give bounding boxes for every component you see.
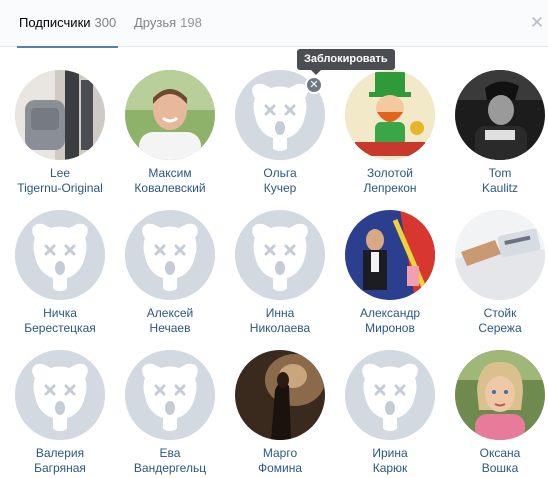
subscriber-name[interactable]: Ирина Карюк — [335, 446, 445, 476]
subscriber-name[interactable]: Lee Tigernu-Original — [5, 166, 115, 196]
tab-subscribers-count: 300 — [94, 15, 117, 30]
block-tooltip: Заблокировать — [297, 49, 395, 75]
deactivated-dog-icon — [125, 210, 215, 300]
subscriber-card[interactable]: Lee Tigernu-Original — [5, 70, 115, 196]
avatar[interactable] — [125, 350, 215, 440]
subscriber-name[interactable]: Tom Kaulitz — [445, 166, 548, 196]
avatar[interactable] — [455, 210, 545, 300]
subscriber-card[interactable]: Алексей Нечаев — [115, 210, 225, 336]
first-name: Инна — [265, 306, 295, 320]
photo-backpack — [15, 70, 105, 160]
first-name: Ирина — [372, 446, 408, 460]
cross-icon: ✕ — [309, 79, 319, 91]
first-name: Ольга — [263, 166, 297, 180]
last-name: Карюк — [372, 461, 408, 475]
deactivated-dog-icon — [15, 350, 105, 440]
avatar[interactable] — [345, 70, 435, 160]
photo-dark-silhouette — [235, 350, 325, 440]
subscriber-card[interactable]: Максим Ковалевский — [115, 70, 225, 196]
block-button[interactable]: ✕ — [305, 76, 323, 94]
first-name: Валерия — [35, 446, 85, 460]
subscriber-name[interactable]: Алексей Нечаев — [115, 306, 225, 336]
subscriber-name[interactable]: Марго Фомина — [225, 446, 335, 476]
subscriber-card[interactable]: Марго Фомина — [225, 350, 335, 476]
last-name: Вошка — [481, 461, 519, 475]
tab-friends-count: 198 — [180, 15, 202, 30]
photo-woman — [455, 350, 545, 440]
tab-subscribers-label: Подписчики — [19, 15, 91, 30]
photo-bw-portrait — [455, 70, 545, 160]
subscriber-name[interactable]: Валерия Багряная — [5, 446, 115, 476]
subscriber-card[interactable]: Ирина Карюк — [335, 350, 445, 476]
deactivated-dog-icon — [15, 210, 105, 300]
subscriber-name[interactable]: Ольга Кучер — [225, 166, 335, 196]
subscriber-name[interactable]: Стойк Сережа — [445, 306, 548, 336]
subscriber-card[interactable]: Александр Миронов — [335, 210, 445, 336]
avatar[interactable] — [345, 210, 435, 300]
subscriber-card[interactable]: Ничка Берестецкая — [5, 210, 115, 336]
avatar[interactable] — [345, 350, 435, 440]
tab-friends-label: Друзья — [134, 15, 177, 30]
photo-leprechaun — [345, 70, 435, 160]
first-name: Tom — [488, 166, 512, 180]
avatar[interactable] — [125, 210, 215, 300]
subscriber-name[interactable]: Максим Ковалевский — [115, 166, 225, 196]
last-name: Сережа — [478, 321, 522, 335]
first-name: Lee — [49, 166, 71, 180]
first-name: Максим — [148, 166, 192, 180]
first-name: Ева — [159, 446, 181, 460]
subscriber-card[interactable]: Tom Kaulitz — [445, 70, 548, 196]
tab-friends[interactable]: Друзья 198 — [134, 0, 202, 47]
deactivated-dog-icon — [345, 350, 435, 440]
subscriber-name[interactable]: Инна Николаева — [225, 306, 335, 336]
tabs-bar: Подписчики 300 Друзья 198 ✕ — [0, 0, 548, 48]
deactivated-dog-icon — [125, 350, 215, 440]
subscriber-card[interactable]: Оксана Вошка — [445, 350, 548, 476]
first-name: Александр — [359, 306, 421, 320]
avatar[interactable] — [235, 350, 325, 440]
subscriber-card[interactable]: Ева Вандергельц — [115, 350, 225, 476]
subscriber-card[interactable]: Золотой Лепрекон — [335, 70, 445, 196]
first-name: Ничка — [43, 306, 77, 320]
last-name: Лепрекон — [363, 181, 417, 195]
subscriber-card[interactable]: Валерия Багряная — [5, 350, 115, 476]
photo-man — [125, 70, 215, 160]
last-name: Нечаев — [149, 321, 191, 335]
subscriber-card[interactable]: Инна Николаева — [225, 210, 335, 336]
first-name: Оксана — [479, 446, 521, 460]
subscriber-card[interactable]: Стойк Сережа — [445, 210, 548, 336]
avatar[interactable] — [15, 210, 105, 300]
last-name: Кучер — [263, 181, 297, 195]
first-name: Стойк — [483, 306, 517, 320]
subscriber-name[interactable]: Ничка Берестецкая — [5, 306, 115, 336]
last-name: Ковалевский — [134, 181, 206, 195]
avatar[interactable] — [455, 70, 545, 160]
subscriber-name[interactable]: Ева Вандергельц — [115, 446, 225, 476]
tab-subscribers[interactable]: Подписчики 300 — [16, 0, 119, 48]
photo-card — [455, 210, 545, 300]
first-name: Алексей — [146, 306, 194, 320]
subscriber-name[interactable]: Александр Миронов — [335, 306, 445, 336]
subscriber-name[interactable]: Золотой Лепрекон — [335, 166, 445, 196]
last-name: Берестецкая — [24, 321, 96, 335]
deactivated-dog-icon — [235, 210, 325, 300]
avatar[interactable] — [125, 70, 215, 160]
photo-man-flag — [345, 210, 435, 300]
avatar[interactable] — [235, 210, 325, 300]
avatar[interactable] — [15, 70, 105, 160]
last-name: Фомина — [257, 461, 303, 475]
subscriber-name[interactable]: Оксана Вошка — [445, 446, 548, 476]
first-name: Золотой — [367, 166, 413, 180]
last-name: Миронов — [365, 321, 415, 335]
close-icon[interactable]: ✕ — [528, 14, 546, 32]
last-name: Вандергельц — [133, 461, 207, 475]
first-name: Марго — [262, 446, 298, 460]
last-name: Kaulitz — [481, 181, 519, 195]
last-name: Tigernu-Original — [17, 181, 103, 195]
avatar[interactable] — [15, 350, 105, 440]
avatar[interactable] — [455, 350, 545, 440]
last-name: Багряная — [34, 461, 86, 475]
last-name: Николаева — [249, 321, 311, 335]
